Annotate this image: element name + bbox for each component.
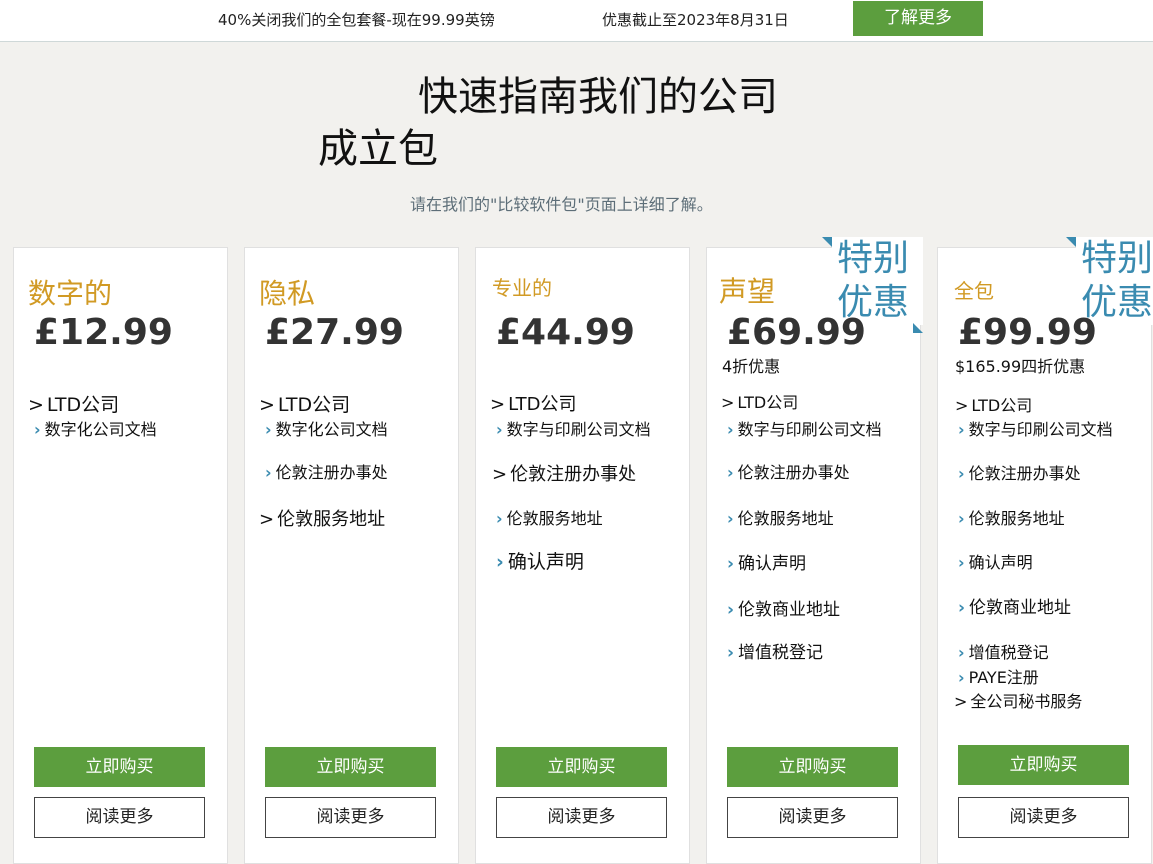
chevron-right-icon: › bbox=[958, 643, 965, 662]
feature-item: > LTD公司 bbox=[490, 394, 577, 415]
read-more-button[interactable]: 阅读更多 bbox=[727, 797, 898, 838]
chevron-right-icon: › bbox=[34, 420, 41, 439]
feature-item: > 伦敦注册办事处 bbox=[492, 464, 637, 485]
feature-item: › 数字与印刷公司文档 bbox=[727, 420, 882, 439]
feature-item: › 增值税登记 bbox=[727, 643, 824, 663]
discount-note: $165.99四折优惠 bbox=[955, 357, 1086, 376]
promo-text: 40%关闭我们的全包套餐-现在99.99英镑 bbox=[218, 11, 495, 29]
page-title-line1: 快速指南我们的公司 bbox=[418, 74, 778, 120]
package-card-digital: 数字的 £12.99 > LTD公司 › 数字化公司文档 立即购买 阅读更多 bbox=[13, 247, 228, 864]
feature-item: › 伦敦服务地址 bbox=[727, 509, 834, 528]
chevron-right-icon: › bbox=[496, 551, 504, 573]
feature-item: › 数字化公司文档 bbox=[34, 420, 157, 439]
feature-item: > 全公司秘书服务 bbox=[954, 692, 1083, 711]
feature-item: > LTD公司 bbox=[28, 394, 120, 416]
chevron-right-icon: › bbox=[727, 463, 734, 482]
page-title-line2: 成立包 bbox=[318, 126, 438, 172]
learn-more-button[interactable]: 了解更多 bbox=[853, 1, 983, 36]
buy-now-button[interactable]: 立即购买 bbox=[496, 747, 667, 787]
buy-now-button[interactable]: 立即购买 bbox=[265, 747, 436, 787]
package-price: £69.99 bbox=[727, 312, 866, 353]
read-more-button[interactable]: 阅读更多 bbox=[958, 797, 1129, 838]
chevron-right-icon: › bbox=[496, 509, 503, 528]
chevron-right-icon: › bbox=[958, 464, 965, 483]
chevron-right-icon: › bbox=[265, 420, 272, 439]
package-price: £44.99 bbox=[496, 312, 635, 353]
promo-bar: 40%关闭我们的全包套餐-现在99.99英镑 优惠截止至2023年8月31日 了… bbox=[0, 0, 1153, 42]
feature-item: › 伦敦注册办事处 bbox=[265, 463, 388, 482]
package-card-professional: 专业的 £44.99 > LTD公司 › 数字与印刷公司文档 > 伦敦注册办事处 › 伦… bbox=[475, 247, 690, 864]
package-name: 数字的 bbox=[28, 277, 113, 310]
feature-item: › 数字与印刷公司文档 bbox=[496, 420, 651, 439]
read-more-button[interactable]: 阅读更多 bbox=[34, 797, 205, 838]
package-price: £27.99 bbox=[265, 312, 404, 353]
feature-item: › PAYE注册 bbox=[958, 668, 1039, 687]
feature-item: › 伦敦服务地址 bbox=[496, 509, 603, 528]
chevron-right-icon: › bbox=[496, 420, 503, 439]
feature-item: › 伦敦注册办事处 bbox=[727, 463, 850, 482]
feature-item: › 数字化公司文档 bbox=[265, 420, 388, 439]
chevron-right-icon: › bbox=[958, 553, 965, 572]
chevron-right-icon: › bbox=[265, 463, 272, 482]
feature-item: › 确认声明 bbox=[496, 551, 584, 573]
package-name: 声望 bbox=[719, 275, 776, 308]
feature-item: › 确认声明 bbox=[727, 554, 807, 574]
feature-item: › 增值税登记 bbox=[958, 643, 1049, 662]
read-more-button[interactable]: 阅读更多 bbox=[496, 797, 667, 838]
buy-now-button[interactable]: 立即购买 bbox=[34, 747, 205, 787]
chevron-right-icon: › bbox=[958, 598, 966, 618]
package-name: 全包 bbox=[954, 279, 994, 303]
feature-item: › 数字与印刷公司文档 bbox=[958, 420, 1113, 439]
page-subtitle: 请在我们的"比较软件包"页面上详细了解。 bbox=[410, 195, 713, 214]
promo-deadline: 优惠截止至2023年8月31日 bbox=[602, 11, 789, 29]
package-price: £99.99 bbox=[958, 312, 1097, 353]
chevron-right-icon: › bbox=[727, 509, 734, 528]
feature-item: > LTD公司 bbox=[721, 393, 799, 412]
feature-item: > 伦敦服务地址 bbox=[259, 509, 386, 530]
package-name: 专业的 bbox=[492, 276, 552, 300]
feature-item: > LTD公司 bbox=[259, 394, 351, 416]
buy-now-button[interactable]: 立即购买 bbox=[727, 747, 898, 787]
chevron-right-icon: › bbox=[727, 600, 735, 620]
chevron-right-icon: › bbox=[727, 554, 735, 574]
feature-item: › 伦敦商业地址 bbox=[727, 600, 841, 620]
chevron-right-icon: › bbox=[958, 420, 965, 439]
feature-item: › 伦敦注册办事处 bbox=[958, 464, 1081, 483]
chevron-right-icon: › bbox=[727, 420, 734, 439]
package-card-prestige: 特别 优惠 声望 £69.99 4折优惠 > LTD公司 › 数字与印刷公司文档 › 伦… bbox=[706, 237, 923, 864]
buy-now-button[interactable]: 立即购买 bbox=[958, 745, 1129, 785]
feature-item: › 伦敦服务地址 bbox=[958, 509, 1065, 528]
package-card-all-inclusive: 特别 优惠 全包 £99.99 $165.99四折优惠 > LTD公司 › 数字与印刷… bbox=[937, 237, 1153, 864]
feature-item: > LTD公司 bbox=[955, 396, 1033, 415]
feature-item: › 确认声明 bbox=[958, 553, 1033, 572]
chevron-right-icon: › bbox=[958, 668, 965, 687]
chevron-right-icon: › bbox=[958, 509, 965, 528]
package-price: £12.99 bbox=[34, 312, 173, 353]
discount-note: 4折优惠 bbox=[722, 357, 781, 376]
feature-item: › 伦敦商业地址 bbox=[958, 598, 1072, 618]
chevron-right-icon: › bbox=[727, 643, 735, 663]
package-card-privacy: 隐私 £27.99 > LTD公司 › 数字化公司文档 › 伦敦注册办事处 > 伦敦服务… bbox=[244, 247, 459, 864]
package-name: 隐私 bbox=[259, 277, 316, 310]
read-more-button[interactable]: 阅读更多 bbox=[265, 797, 436, 838]
